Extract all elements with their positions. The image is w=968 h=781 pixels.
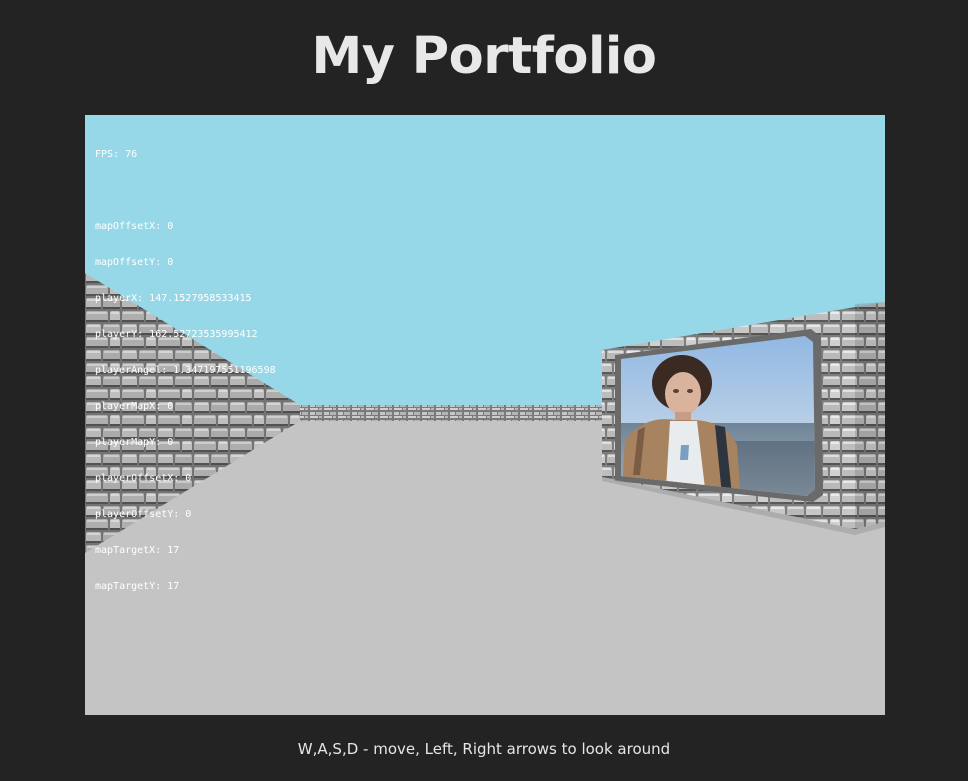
debug-line: mapTargetY: 17 <box>95 581 180 592</box>
debug-line: mapTargetX: 17 <box>95 545 180 556</box>
page-title: My Portfolio <box>311 27 657 86</box>
debug-overlay: FPS: 76 mapOffsetX: 0 mapOffsetY: 0 play… <box>95 125 276 617</box>
debug-line: playerAngel: 1.347197551196598 <box>95 365 276 376</box>
debug-line: mapOffsetX: 0 <box>95 221 174 232</box>
debug-line: playerY: 162.52723535995412 <box>95 329 258 340</box>
right-wall-end <box>855 302 885 529</box>
debug-line: playerMapX: 0 <box>95 401 174 412</box>
debug-line: playerOffsetY: 0 <box>95 509 192 520</box>
debug-line: playerOffsetX: 0 <box>95 473 192 484</box>
far-wall <box>295 405 605 421</box>
debug-line: playerX: 147.1527958533415 <box>95 293 252 304</box>
fps-readout: FPS: 76 <box>95 149 138 160</box>
controls-instructions: W,A,S,D - move, Left, Right arrows to lo… <box>297 740 671 758</box>
debug-line: mapOffsetY: 0 <box>95 257 174 268</box>
debug-line: playerMapY: 0 <box>95 437 174 448</box>
game-viewport[interactable]: FPS: 76 mapOffsetX: 0 mapOffsetY: 0 play… <box>85 115 885 715</box>
debug-spacer <box>95 185 276 197</box>
